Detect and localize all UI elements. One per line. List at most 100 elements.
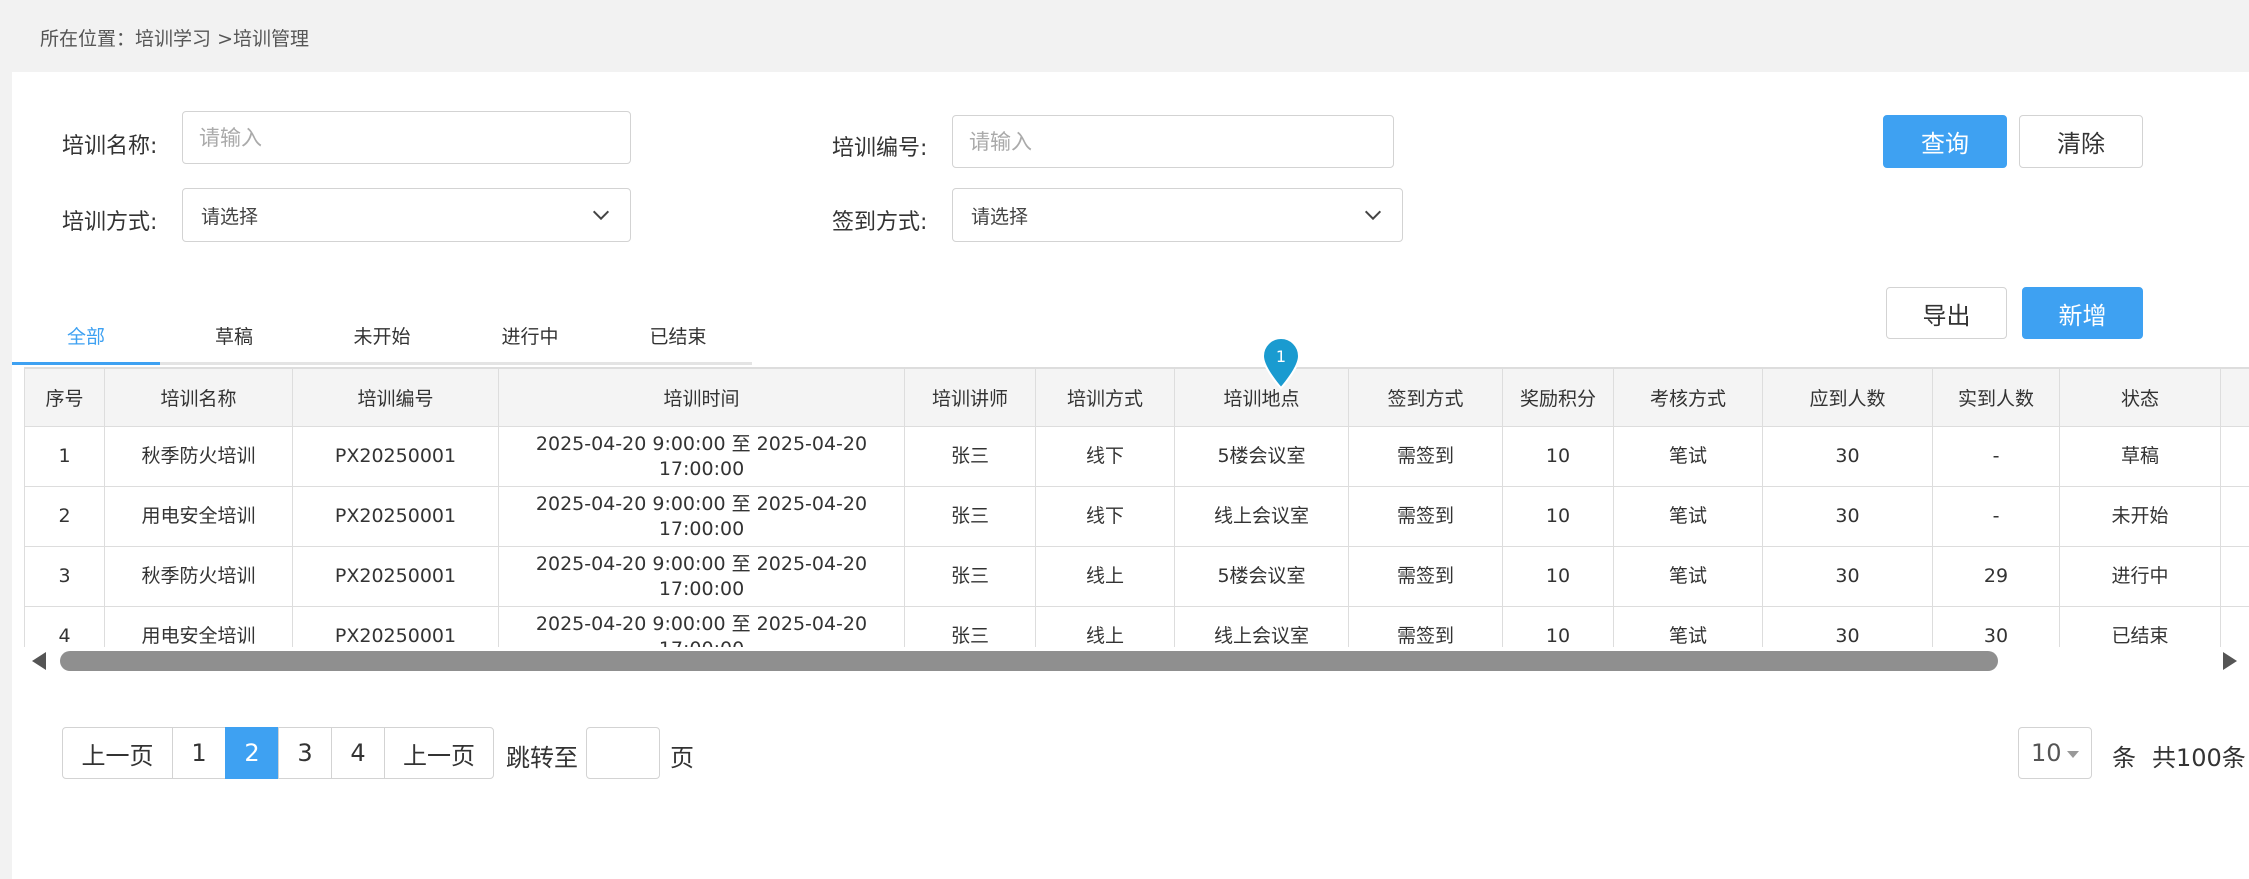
marker-number: 1 — [1276, 347, 1286, 366]
pagination: 上一页 1 2 3 4 上一页 — [62, 727, 494, 779]
scroll-left-arrow-icon[interactable] — [32, 652, 46, 670]
column-header: 培训名称 — [104, 368, 293, 427]
page-3-button[interactable]: 3 — [278, 727, 332, 779]
chevron-down-icon — [592, 210, 610, 221]
table-cell: 2025-04-20 9:00:00 至 2025-04-20 17:00:00 — [498, 426, 905, 487]
next-page-button[interactable]: 上一页 — [384, 727, 494, 779]
table-cell: 线上会议室 — [1174, 486, 1349, 547]
table-cell: 秋季防火培训 — [104, 426, 293, 487]
query-button[interactable]: 查询 — [1883, 115, 2007, 168]
table-cell: 30 — [1762, 486, 1933, 547]
training-name-input[interactable] — [182, 111, 631, 164]
tab-not-started[interactable]: 未开始 — [308, 310, 456, 362]
breadcrumb-separator: > — [217, 28, 233, 50]
page-size-value: 10 — [2031, 739, 2062, 767]
page-size-unit: 条 — [2112, 744, 2136, 772]
export-button[interactable]: 导出 — [1886, 287, 2007, 339]
status-tabs: 全部 草稿 未开始 进行中 已结束 — [12, 310, 752, 365]
table-cell-overflow — [2220, 486, 2249, 547]
table-row[interactable]: 4 用电安全培训 PX20250001 2025-04-20 9:00:00 至 20… — [24, 606, 2249, 647]
table-cell-overflow — [2220, 606, 2249, 647]
table-row[interactable]: 1 秋季防火培训 PX20250001 2025-04-20 9:00:00 至 20… — [24, 426, 2249, 487]
tab-ended[interactable]: 已结束 — [604, 310, 752, 362]
table-cell: 张三 — [904, 426, 1036, 487]
table-cell: 2 — [24, 486, 105, 547]
table-cell: 10 — [1502, 486, 1614, 547]
table-cell: 需签到 — [1348, 486, 1503, 547]
table-cell: 笔试 — [1613, 426, 1763, 487]
page-2-button[interactable]: 2 — [225, 727, 279, 779]
add-button[interactable]: 新增 — [2022, 287, 2143, 339]
table-cell: 需签到 — [1348, 426, 1503, 487]
table-cell: 进行中 — [2059, 546, 2221, 607]
scrollbar-thumb[interactable] — [60, 651, 1998, 671]
column-header: 考核方式 — [1613, 368, 1763, 427]
page-1-button[interactable]: 1 — [172, 727, 226, 779]
column-header: 培训方式 — [1035, 368, 1175, 427]
jump-unit-label: 页 — [670, 744, 694, 772]
table-cell: 30 — [1762, 546, 1933, 607]
clear-button[interactable]: 清除 — [2019, 115, 2143, 168]
table-cell-overflow — [2220, 426, 2249, 487]
table-cell: 2025-04-20 9:00:00 至 2025-04-20 17:00:00 — [498, 606, 905, 647]
column-header: 培训讲师 — [904, 368, 1036, 427]
page-4-button[interactable]: 4 — [331, 727, 385, 779]
caret-down-icon — [2067, 751, 2079, 758]
horizontal-scrollbar[interactable] — [24, 648, 2249, 674]
sign-mode-select[interactable]: 请选择 — [952, 188, 1403, 242]
tab-in-progress[interactable]: 进行中 — [456, 310, 604, 362]
table-row[interactable]: 2 用电安全培训 PX20250001 2025-04-20 9:00:00 至 20… — [24, 486, 2249, 547]
table-cell: 3 — [24, 546, 105, 607]
table-cell: 需签到 — [1348, 606, 1503, 647]
table-cell: 29 — [1932, 546, 2060, 607]
location-marker: 1 — [1260, 336, 1302, 390]
table-cell: 秋季防火培训 — [104, 546, 293, 607]
column-header-overflow — [2220, 368, 2249, 427]
table-cell: 30 — [1762, 606, 1933, 647]
column-header: 序号 — [24, 368, 105, 427]
breadcrumb-item-training-study[interactable]: 培训学习 — [135, 28, 211, 50]
table-cell: 张三 — [904, 486, 1036, 547]
training-mode-select[interactable]: 请选择 — [182, 188, 631, 242]
scroll-right-arrow-icon[interactable] — [2223, 652, 2237, 670]
table-cell: 张三 — [904, 546, 1036, 607]
table-cell: 已结束 — [2059, 606, 2221, 647]
sign-mode-label: 签到方式: — [832, 210, 928, 235]
training-name-label: 培训名称: — [62, 134, 158, 159]
table-cell: 10 — [1502, 546, 1614, 607]
prev-page-button[interactable]: 上一页 — [62, 727, 173, 779]
table-cell: - — [1932, 486, 2060, 547]
table-cell: 笔试 — [1613, 486, 1763, 547]
breadcrumb-label: 所在位置： — [40, 28, 136, 50]
table-cell: 需签到 — [1348, 546, 1503, 607]
tab-draft[interactable]: 草稿 — [160, 310, 308, 362]
table-cell: 线下 — [1035, 486, 1175, 547]
sign-mode-value: 请选择 — [971, 205, 1029, 228]
table-cell: 线上 — [1035, 606, 1175, 647]
breadcrumb: 所在位置：培训学习 >培训管理 — [40, 24, 309, 51]
table-cell: 笔试 — [1613, 546, 1763, 607]
training-code-input[interactable] — [952, 115, 1394, 168]
table-cell: PX20250001 — [292, 606, 499, 647]
tab-all[interactable]: 全部 — [12, 310, 160, 365]
table-cell: 5楼会议室 — [1174, 426, 1349, 487]
jump-page-input[interactable] — [586, 727, 660, 779]
training-table-container[interactable]: 序号 培训名称 培训编号 培训时间 培训讲师 培训方式 培训地点 签到方式 奖励积分 考核方式 应到… — [24, 367, 2249, 647]
column-header: 状态 — [2059, 368, 2221, 427]
table-cell: PX20250001 — [292, 426, 499, 487]
table-cell: 用电安全培训 — [104, 486, 293, 547]
table-cell: 线上会议室 — [1174, 606, 1349, 647]
table-cell: 线上 — [1035, 546, 1175, 607]
table-cell: 2025-04-20 9:00:00 至 2025-04-20 17:00:00 — [498, 546, 905, 607]
table-cell-overflow — [2220, 546, 2249, 607]
table-cell: 30 — [1932, 606, 2060, 647]
table-cell: 未开始 — [2059, 486, 2221, 547]
table-row[interactable]: 3 秋季防火培训 PX20250001 2025-04-20 9:00:00 至 20… — [24, 546, 2249, 607]
table-cell: 2025-04-20 9:00:00 至 2025-04-20 17:00:00 — [498, 486, 905, 547]
column-header: 实到人数 — [1932, 368, 2060, 427]
table-cell: 用电安全培训 — [104, 606, 293, 647]
map-pin-icon: 1 — [1261, 337, 1301, 390]
table-cell: 草稿 — [2059, 426, 2221, 487]
page-size-select[interactable]: 10 — [2018, 727, 2092, 779]
table-cell: 4 — [24, 606, 105, 647]
